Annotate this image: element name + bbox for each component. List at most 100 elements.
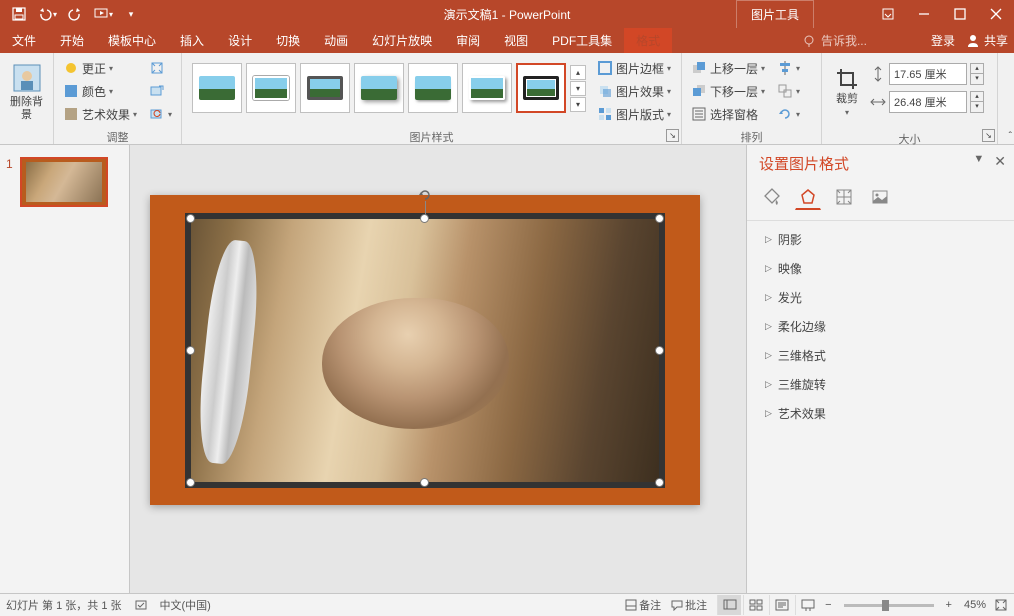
picture-category-icon[interactable]	[867, 184, 893, 210]
tab-design[interactable]: 设计	[216, 28, 264, 53]
gallery-scroll-down[interactable]: ▾	[570, 81, 586, 96]
size-category-icon[interactable]	[831, 184, 857, 210]
tab-template[interactable]: 模板中心	[96, 28, 168, 53]
height-up[interactable]: ▴	[970, 63, 984, 74]
height-down[interactable]: ▾	[970, 74, 984, 85]
send-backward-button[interactable]: 下移一层▾	[688, 80, 768, 102]
zoom-in-button[interactable]: +	[942, 599, 956, 611]
maximize-button[interactable]	[942, 0, 978, 28]
save-button[interactable]	[6, 2, 32, 26]
slideshow-view-button[interactable]	[795, 595, 819, 615]
size-dialog-launcher[interactable]: ↘	[982, 129, 995, 142]
rotate-button[interactable]: ▾	[774, 103, 803, 125]
style-item[interactable]	[300, 63, 350, 113]
zoom-slider-thumb[interactable]	[882, 600, 889, 611]
picture-border-button[interactable]: 图片边框▾	[594, 57, 674, 79]
style-item[interactable]	[408, 63, 458, 113]
minimize-button[interactable]	[906, 0, 942, 28]
crop-button[interactable]: 裁剪 ▾	[828, 57, 866, 127]
fit-to-window-button[interactable]	[994, 598, 1008, 612]
picture-layout-button[interactable]: 图片版式▾	[594, 103, 674, 125]
redo-button[interactable]	[62, 2, 88, 26]
tab-animations[interactable]: 动画	[312, 28, 360, 53]
tab-review[interactable]: 审阅	[444, 28, 492, 53]
picture-effects-button[interactable]: 图片效果▾	[594, 80, 674, 102]
width-up[interactable]: ▴	[970, 91, 984, 102]
corrections-button[interactable]: 更正▾	[60, 57, 140, 79]
qat-customize-button[interactable]: ▾	[118, 2, 144, 26]
bring-forward-button[interactable]: 上移一层▾	[688, 57, 768, 79]
height-input[interactable]: 17.65 厘米	[889, 63, 967, 85]
ribbon-options-button[interactable]	[870, 0, 906, 28]
tab-view[interactable]: 视图	[492, 28, 540, 53]
slide-canvas[interactable]	[130, 145, 746, 593]
compress-pictures-button[interactable]	[146, 57, 175, 79]
pane-item-reflection[interactable]: ▷映像	[747, 254, 1014, 283]
language-indicator[interactable]: 中文(中国)	[160, 597, 211, 613]
tab-pdf[interactable]: PDF工具集	[540, 28, 624, 53]
fill-line-icon[interactable]	[759, 184, 785, 210]
login-link[interactable]: 登录	[931, 32, 955, 49]
pane-item-3d-format[interactable]: ▷三维格式	[747, 341, 1014, 370]
color-button[interactable]: 颜色▾	[60, 80, 140, 102]
align-button[interactable]: ▾	[774, 57, 803, 79]
tab-home[interactable]: 开始	[48, 28, 96, 53]
zoom-slider[interactable]	[844, 604, 934, 607]
style-item[interactable]	[246, 63, 296, 113]
sorter-view-button[interactable]	[743, 595, 767, 615]
resize-handle-b[interactable]	[420, 478, 429, 487]
resize-handle-l[interactable]	[186, 346, 195, 355]
reset-picture-button[interactable]: ▾	[146, 103, 175, 125]
notes-button[interactable]: 备注	[625, 597, 661, 613]
close-button[interactable]	[978, 0, 1014, 28]
rotate-handle[interactable]	[417, 187, 433, 203]
tab-file[interactable]: 文件	[0, 28, 48, 53]
slide-counter[interactable]: 幻灯片 第 1 张，共 1 张	[6, 597, 122, 613]
remove-background-button[interactable]: 删除背景	[6, 57, 47, 127]
resize-handle-bl[interactable]	[186, 478, 195, 487]
pane-item-soft-edges[interactable]: ▷柔化边缘	[747, 312, 1014, 341]
zoom-level[interactable]: 45%	[964, 599, 986, 611]
pane-item-3d-rotation[interactable]: ▷三维旋转	[747, 370, 1014, 399]
resize-handle-tr[interactable]	[655, 214, 664, 223]
tab-format[interactable]: 格式	[624, 28, 672, 53]
group-button[interactable]: ▾	[774, 80, 803, 102]
width-input[interactable]: 26.48 厘米	[889, 91, 967, 113]
tab-insert[interactable]: 插入	[168, 28, 216, 53]
resize-handle-tl[interactable]	[186, 214, 195, 223]
tell-me-search[interactable]: 告诉我...	[801, 32, 921, 49]
gallery-scroll-up[interactable]: ▴	[570, 65, 586, 80]
selection-pane-button[interactable]: 选择窗格	[688, 103, 768, 125]
styles-dialog-launcher[interactable]: ↘	[666, 129, 679, 142]
collapse-ribbon-button[interactable]: ˆ	[1009, 131, 1012, 142]
pane-item-artistic[interactable]: ▷艺术效果	[747, 399, 1014, 428]
tab-transitions[interactable]: 切换	[264, 28, 312, 53]
effects-category-icon[interactable]	[795, 184, 821, 210]
style-item[interactable]	[462, 63, 512, 113]
change-picture-button[interactable]	[146, 80, 175, 102]
pane-close-button[interactable]: ✕	[994, 153, 1006, 170]
pane-options-button[interactable]: ▼	[973, 153, 984, 170]
style-item[interactable]	[354, 63, 404, 113]
pane-item-shadow[interactable]: ▷阴影	[747, 225, 1014, 254]
slide[interactable]	[150, 195, 700, 505]
normal-view-button[interactable]	[717, 595, 741, 615]
artistic-effects-button[interactable]: 艺术效果▾	[60, 103, 140, 125]
style-item-selected[interactable]	[516, 63, 566, 113]
spell-check-icon[interactable]	[134, 598, 148, 612]
zoom-out-button[interactable]: −	[821, 599, 835, 611]
resize-handle-t[interactable]	[420, 214, 429, 223]
pane-item-glow[interactable]: ▷发光	[747, 283, 1014, 312]
share-button[interactable]: 共享	[965, 32, 1008, 49]
width-down[interactable]: ▾	[970, 102, 984, 113]
resize-handle-br[interactable]	[655, 478, 664, 487]
undo-button[interactable]: ▾	[34, 2, 60, 26]
tab-slideshow[interactable]: 幻灯片放映	[360, 28, 444, 53]
selected-picture[interactable]	[185, 213, 665, 488]
reading-view-button[interactable]	[769, 595, 793, 615]
resize-handle-r[interactable]	[655, 346, 664, 355]
slide-thumbnail[interactable]: 1	[8, 157, 121, 207]
style-item[interactable]	[192, 63, 242, 113]
gallery-expand[interactable]: ▾	[570, 97, 586, 112]
comments-button[interactable]: 批注	[671, 597, 707, 613]
